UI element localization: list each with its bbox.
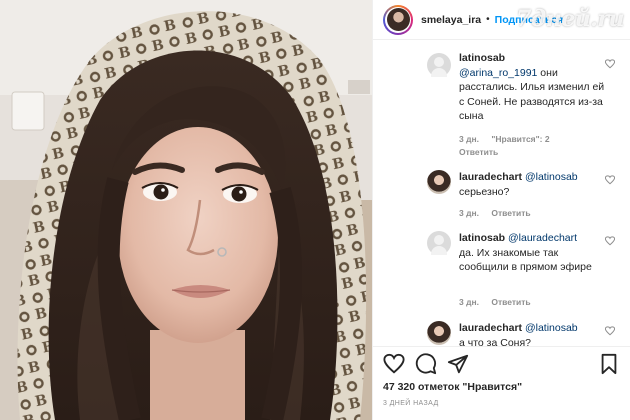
small-heart-icon[interactable] <box>604 59 616 69</box>
author-avatar[interactable] <box>383 4 413 35</box>
author-username[interactable]: smelaya_ira <box>421 14 481 26</box>
post-sidebar: smelaya_ira • Подписаться 7дней.ru latin… <box>372 0 630 420</box>
instagram-post: B B <box>0 0 630 420</box>
post-actions <box>373 346 630 380</box>
site-watermark: 7дней.ru <box>516 6 624 32</box>
reply-button[interactable]: Ответить <box>491 297 530 307</box>
portrait-illustration: B B <box>0 0 372 420</box>
reply-button[interactable]: Ответить <box>491 208 530 218</box>
reply-button[interactable]: Ответить <box>459 147 498 157</box>
commenter-avatar[interactable] <box>427 170 451 194</box>
comment-time: 3 дн. <box>459 208 479 218</box>
comments-list[interactable]: latinosab @arina_ro_1991 они расстались.… <box>373 41 630 346</box>
comment-time: 3 дн. <box>459 297 479 307</box>
comment-mention[interactable]: @arina_ro_1991 <box>459 67 537 79</box>
comment-body: lauradechart @latinosab а что за Соня? <box>459 321 609 346</box>
comment-username[interactable]: latinosab <box>459 52 505 64</box>
send-icon[interactable] <box>447 353 469 380</box>
comment-body: lauradechart @latinosab серьезно? <box>459 170 609 199</box>
small-heart-icon[interactable] <box>604 326 616 336</box>
comment-meta: 3 дн. Ответить <box>459 208 541 218</box>
comment-text: серьезно? <box>459 185 510 198</box>
comment-text: а что за Соня? <box>459 336 531 347</box>
small-heart-icon[interactable] <box>604 175 616 185</box>
comment-username[interactable]: lauradechart <box>459 322 522 334</box>
likes-count[interactable]: 47 320 отметок "Нравится" <box>383 381 522 393</box>
comment-time: 3 дн. <box>459 134 479 144</box>
comment-meta: 3 дн. Ответить <box>459 297 541 307</box>
comment-likes[interactable]: "Нравится": 2 <box>491 134 549 144</box>
commenter-avatar[interactable] <box>427 53 451 77</box>
heart-icon[interactable] <box>383 353 405 380</box>
comment-mention[interactable]: @latinosab <box>525 322 578 334</box>
comment-body: latinosab @lauradechart да. Их знакомые … <box>459 231 609 275</box>
small-heart-icon[interactable] <box>604 236 616 246</box>
comment-meta: 3 дн. "Нравится": 2 Ответить <box>459 134 560 160</box>
comment-username[interactable]: latinosab <box>459 232 505 244</box>
comment-text: да. Их знакомые так сообщили в прямом эф… <box>459 246 592 274</box>
comment-username[interactable]: lauradechart <box>459 171 522 183</box>
comment-mention[interactable]: @latinosab <box>525 171 578 183</box>
post-timestamp: 3 ДНЕЙ НАЗАД <box>383 400 439 407</box>
comment-mention[interactable]: @lauradechart <box>508 232 577 244</box>
comment-icon[interactable] <box>415 353 437 380</box>
commenter-avatar[interactable] <box>427 321 451 345</box>
comment-body: latinosab @arina_ro_1991 они расстались.… <box>459 51 609 124</box>
bookmark-icon[interactable] <box>599 353 619 380</box>
post-photo[interactable]: B B <box>0 0 372 420</box>
avatar-image <box>386 8 410 31</box>
header-separator: • <box>486 14 490 25</box>
commenter-avatar[interactable] <box>427 231 451 255</box>
